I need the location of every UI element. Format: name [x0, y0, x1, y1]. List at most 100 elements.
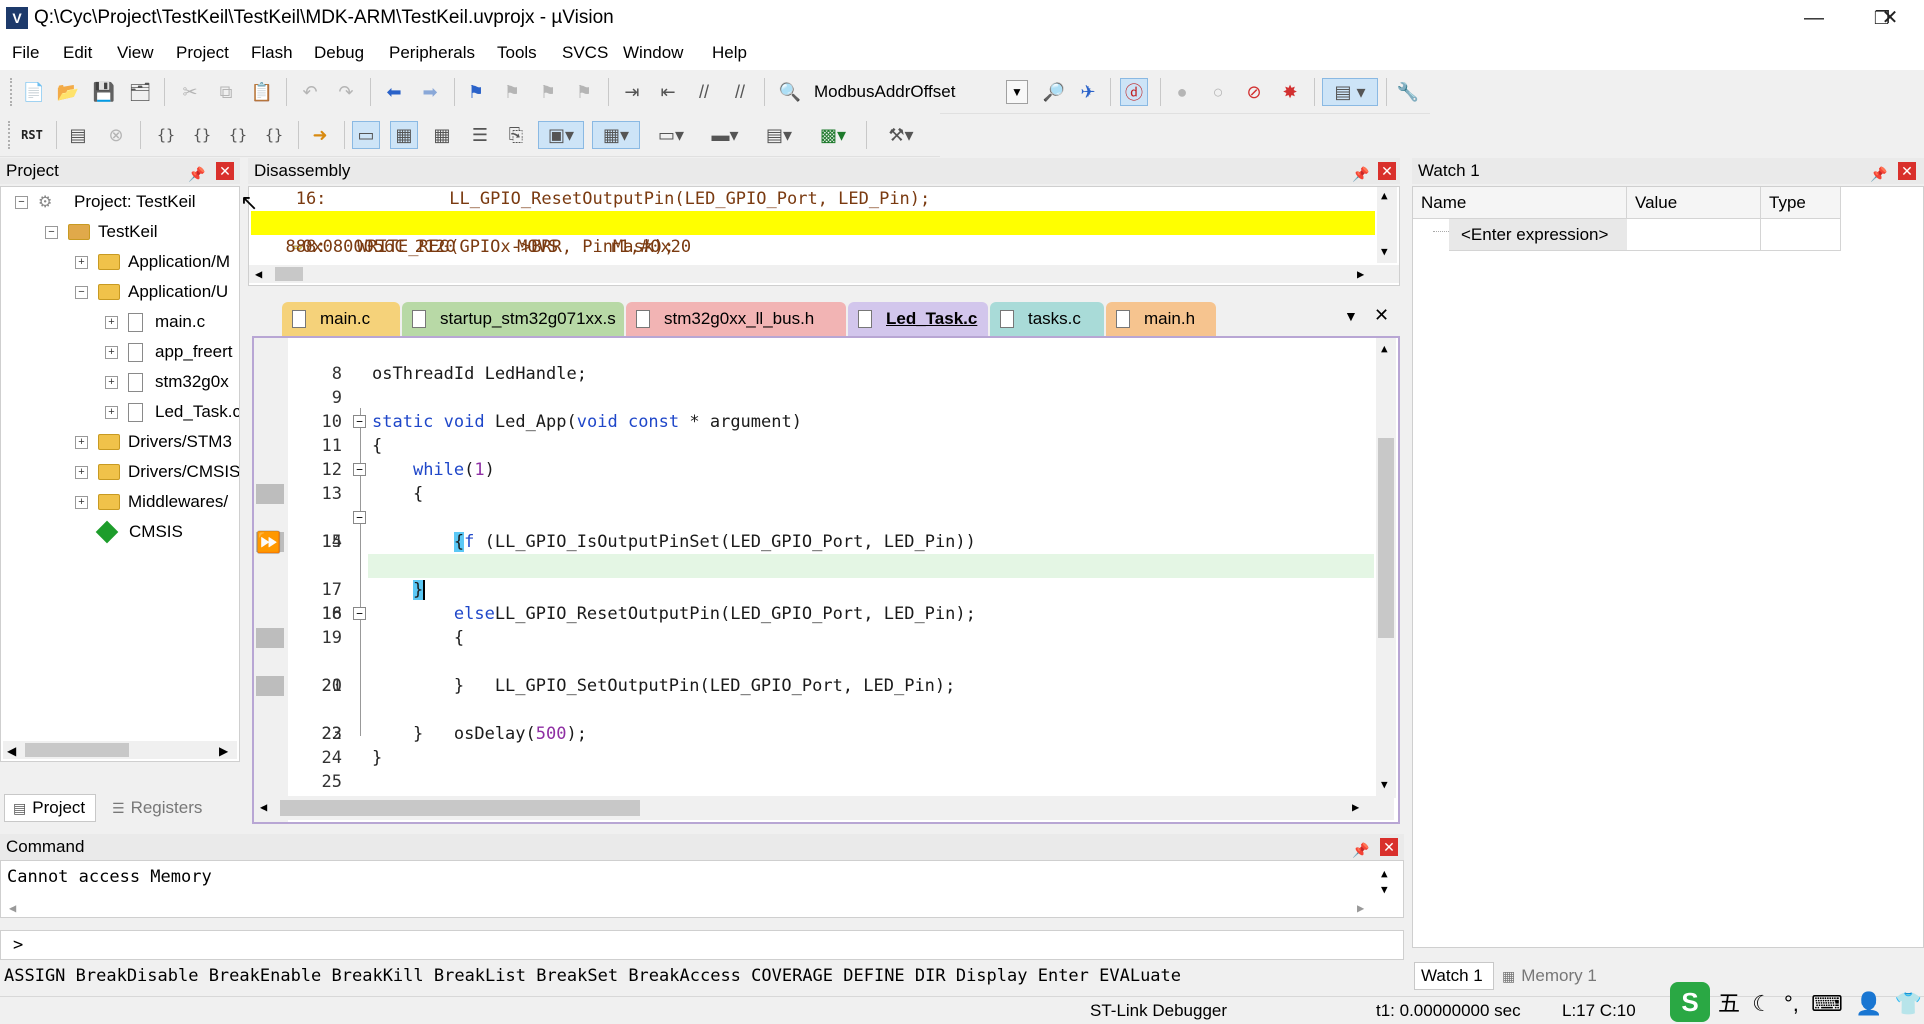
code-line[interactable]: 24}: [254, 722, 1374, 768]
disasm-vscrollbar[interactable]: ▲ ▼: [1377, 187, 1397, 263]
code-line[interactable]: 25: [254, 746, 1374, 792]
combo-dropdown-arrow[interactable]: ▼: [1006, 80, 1028, 104]
code-line[interactable]: 20 LL_GPIO_SetOutputPin(LED_GPIO_Port, L…: [254, 626, 1374, 696]
system-viewer-icon[interactable]: ▩▾: [810, 121, 856, 149]
code-line[interactable]: 22 osDelay(500);: [254, 674, 1374, 744]
tree-item[interactable]: CMSIS: [95, 519, 183, 545]
menu-edit[interactable]: Edit: [63, 43, 92, 63]
trace-windows-icon[interactable]: ▤▾: [756, 121, 802, 149]
find-in-files-icon[interactable]: 🔍: [776, 78, 804, 106]
tab-startup[interactable]: startup_stm32g071xx.s: [402, 302, 624, 336]
clear-bookmarks-icon[interactable]: ⚑: [570, 78, 598, 106]
expand-icon[interactable]: +: [105, 315, 118, 329]
expand-icon[interactable]: +: [75, 255, 88, 269]
expand-icon[interactable]: +: [75, 435, 88, 449]
menu-project[interactable]: Project: [176, 43, 229, 63]
toolbar-grip[interactable]: [10, 78, 14, 106]
tab-list-dropdown-icon[interactable]: ▼: [1344, 308, 1358, 324]
tree-item[interactable]: + Drivers/STM3: [75, 429, 232, 455]
watch-windows-icon[interactable]: ▣▾: [538, 121, 584, 149]
registers-window-icon[interactable]: ☰: [466, 121, 494, 149]
close-panel-icon[interactable]: ✕: [1380, 838, 1398, 856]
watch-column-name[interactable]: Name: [1413, 187, 1627, 219]
incremental-find-icon[interactable]: ✈: [1074, 78, 1102, 106]
tab-tasks[interactable]: tasks.c: [990, 302, 1104, 336]
code-line[interactable]: 10 static void Led_App(void const * argum…: [254, 386, 1374, 432]
pin-icon[interactable]: 📌: [188, 161, 206, 182]
menu-flash[interactable]: Flash: [251, 43, 293, 63]
open-file-icon[interactable]: 📂: [54, 78, 82, 106]
project-hscrollbar[interactable]: ◀ ▶: [3, 741, 237, 759]
next-bookmark-icon[interactable]: ⚑: [534, 78, 562, 106]
code-coverage-marker[interactable]: [256, 484, 284, 504]
fold-collapse-icon[interactable]: −: [353, 607, 366, 620]
step-out-icon[interactable]: {}: [224, 121, 252, 149]
disasm-hscrollbar[interactable]: ◀ ▶: [249, 265, 1399, 283]
scroll-thumb[interactable]: [1378, 438, 1394, 638]
scroll-down-icon[interactable]: ▼: [1381, 883, 1388, 896]
skin-icon[interactable]: 👕: [1894, 991, 1921, 1016]
navigate-back-icon[interactable]: ⬅: [380, 78, 408, 106]
find-icon[interactable]: 🔎: [1040, 78, 1068, 106]
close-panel-icon[interactable]: ✕: [216, 162, 234, 180]
watch-enter-expression[interactable]: <Enter expression>: [1449, 219, 1627, 251]
disassembly-window-icon[interactable]: ▦: [390, 121, 418, 149]
menu-svcs[interactable]: SVCS: [562, 43, 608, 63]
tree-item[interactable]: − Application/U: [75, 279, 228, 305]
collapse-icon[interactable]: −: [15, 195, 28, 209]
code-line[interactable]: 9: [254, 362, 1374, 408]
configure-icon[interactable]: 🔧: [1394, 78, 1422, 106]
code-line[interactable]: 8 osThreadId LedHandle;: [254, 338, 1374, 384]
minimize-button[interactable]: —: [1780, 0, 1848, 36]
code-coverage-marker[interactable]: [256, 628, 284, 648]
stop-icon[interactable]: ⊗: [102, 121, 130, 149]
code-editor[interactable]: 8 osThreadId LedHandle; 9 10 static void L…: [252, 336, 1400, 824]
save-icon[interactable]: 💾: [90, 78, 118, 106]
collapse-icon[interactable]: −: [45, 225, 58, 239]
new-file-icon[interactable]: 📄: [20, 78, 48, 106]
watch-column-type[interactable]: Type: [1761, 187, 1841, 219]
tab-registers[interactable]: ☰ Registers: [108, 794, 218, 822]
step-into-icon[interactable]: {}: [152, 121, 180, 149]
code-line[interactable]: 19− {: [254, 602, 1374, 648]
kill-breakpoints-icon[interactable]: ✸: [1276, 78, 1304, 106]
fold-collapse-icon[interactable]: −: [353, 415, 366, 428]
save-all-icon[interactable]: 🗂: [126, 78, 154, 106]
window-layout-icon[interactable]: ▤ ▾: [1322, 78, 1378, 106]
tree-item[interactable]: + app_freert: [105, 339, 233, 365]
disasm-line[interactable]: 888: WRITE_REG(GPIOx->BRR, PinMask);: [265, 235, 674, 259]
copy-icon[interactable]: ⧉: [212, 78, 240, 106]
close-panel-icon[interactable]: ✕: [1898, 162, 1916, 180]
tab-watch1[interactable]: Watch 1: [1414, 962, 1494, 990]
moon-icon[interactable]: ☾: [1752, 991, 1772, 1016]
menu-debug[interactable]: Debug: [314, 43, 364, 63]
close-window-button[interactable]: ✕: [1856, 0, 1924, 36]
ime-logo-icon[interactable]: S: [1670, 982, 1710, 1022]
scroll-up-icon[interactable]: ▲: [1381, 867, 1388, 880]
scroll-left-icon[interactable]: ◀: [9, 901, 16, 915]
code-coverage-marker[interactable]: [256, 676, 284, 696]
menu-help[interactable]: Help: [712, 43, 747, 63]
expand-icon[interactable]: +: [105, 375, 118, 389]
watch-column-value[interactable]: Value: [1627, 187, 1761, 219]
step-over-icon[interactable]: {}: [188, 121, 216, 149]
redo-icon[interactable]: ↷: [332, 78, 360, 106]
code-line-current[interactable]: ⏩ 16 LL_GPIO_ResetOutputPin(LED_GPIO_Por…: [254, 530, 1374, 624]
toolbox-icon[interactable]: ⚒▾: [876, 121, 926, 149]
code-line-cursor[interactable]: 17 }: [322, 554, 1374, 600]
code-line[interactable]: 26: [254, 770, 1374, 816]
tree-item[interactable]: + Application/M: [75, 249, 230, 275]
scroll-thumb[interactable]: [275, 267, 303, 281]
close-editor-icon[interactable]: ✕: [1374, 305, 1389, 326]
analysis-windows-icon[interactable]: ▬▾: [702, 121, 748, 149]
menu-tools[interactable]: Tools: [497, 43, 537, 63]
tab-project[interactable]: ▤ Project: [4, 794, 96, 822]
code-line[interactable]: 18 else: [254, 578, 1374, 624]
uncomment-icon[interactable]: //: [726, 78, 754, 106]
tab-main-h[interactable]: main.h: [1106, 302, 1216, 336]
undo-icon[interactable]: ↶: [296, 78, 324, 106]
serial-windows-icon[interactable]: ▭▾: [648, 121, 694, 149]
prev-bookmark-icon[interactable]: ⚑: [498, 78, 526, 106]
target-combo[interactable]: ModbusAddrOffset: [814, 78, 1014, 106]
close-panel-icon[interactable]: ✕: [1378, 162, 1396, 180]
